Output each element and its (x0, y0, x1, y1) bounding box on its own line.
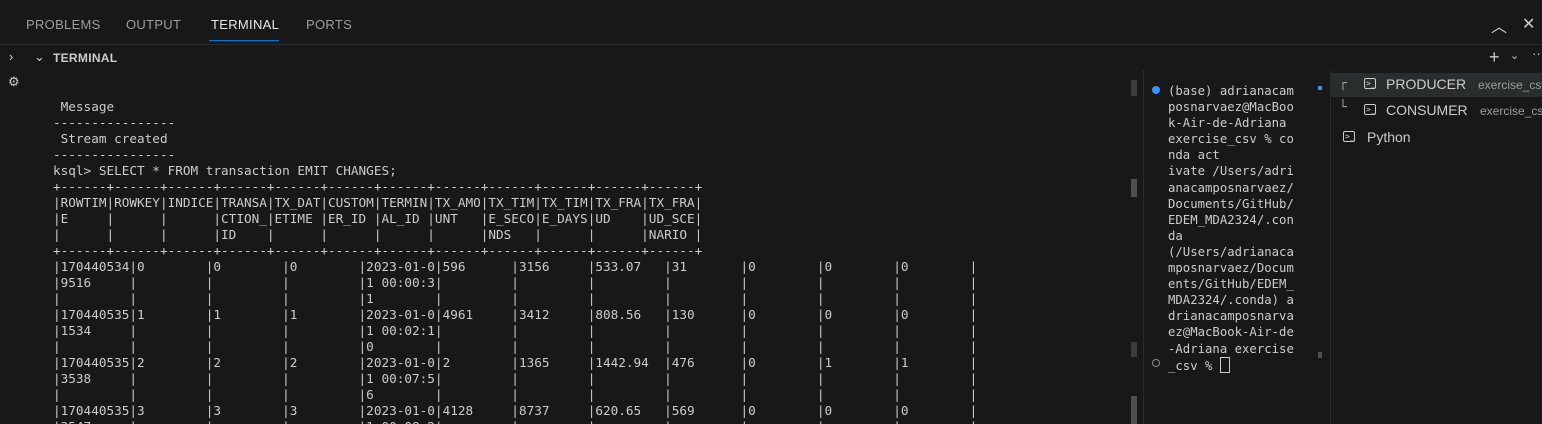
terminal-list-item-python[interactable]: >_ Python (1331, 126, 1542, 150)
scroll-marker (1131, 80, 1137, 96)
terminal-list-label: CONSUMER (1386, 102, 1468, 118)
scroll-marker (1131, 179, 1137, 197)
terminal-list: ┌ >_ PRODUCER exercise_csv └ >_ CONSUMER… (1331, 70, 1542, 424)
main-terminal[interactable]: Message ---------------- Stream created … (30, 70, 1130, 424)
side-terminal-output: (base) adrianacam posnarvaez@MacBoo k-Ai… (1168, 84, 1294, 373)
terminal-split-divider[interactable] (1143, 70, 1144, 424)
terminal-icon: >_ (1343, 131, 1355, 142)
terminal-settings-icon[interactable]: ⚙ (8, 74, 20, 90)
terminal-list-item-consumer[interactable]: └ >_ CONSUMER exercise_csv (1331, 99, 1542, 123)
terminal-list-label: Python (1367, 129, 1411, 145)
main-terminal-output: Message ---------------- Stream created … (53, 99, 978, 424)
chevron-right-icon[interactable]: › (9, 49, 13, 64)
new-terminal-icon[interactable]: + (1489, 47, 1500, 68)
terminal-list-sub: exercise_csv (1478, 78, 1542, 92)
side-terminal-scrollbar[interactable] (1318, 352, 1322, 358)
terminal-section-header: › ⌄ TERMINAL + ⌄ ·· (0, 46, 1542, 70)
tree-connector: └ (1339, 100, 1347, 115)
tab-ports[interactable]: PORTS (306, 17, 352, 32)
maximize-panel-icon[interactable]: ︿ (1491, 13, 1507, 37)
side-terminal[interactable]: (base) adrianacam posnarvaez@MacBoo k-Ai… (1145, 70, 1330, 424)
scroll-marker (1131, 342, 1137, 357)
terminal-icon: >_ (1364, 104, 1376, 115)
tree-connector: ┌ (1339, 76, 1347, 91)
terminal-list-label: PRODUCER (1386, 76, 1467, 92)
terminal-dropdown-icon[interactable]: ⌄ (1510, 49, 1519, 62)
tab-terminal[interactable]: TERMINAL (211, 17, 279, 32)
more-actions-icon[interactable]: ·· (1532, 46, 1541, 61)
active-tab-indicator (209, 40, 279, 41)
chevron-down-icon[interactable]: ⌄ (34, 49, 45, 65)
panel-tab-bar: PROBLEMS OUTPUT TERMINAL PORTS ︿ ✕ (0, 0, 1542, 45)
terminal-list-sub: exercise_csv (1480, 104, 1542, 118)
terminal-list-item-producer[interactable]: ┌ >_ PRODUCER exercise_csv (1331, 73, 1542, 97)
terminal-header-title: TERMINAL (53, 51, 118, 65)
terminal-icon: >_ (1364, 78, 1376, 89)
tab-output[interactable]: OUTPUT (126, 17, 181, 32)
scroll-marker (1318, 86, 1322, 90)
terminal-gutter: ⚙ (0, 70, 30, 424)
close-panel-icon[interactable]: ✕ (1522, 14, 1535, 34)
terminal-cursor (1219, 356, 1230, 373)
tab-problems[interactable]: PROBLEMS (26, 17, 101, 32)
main-terminal-scrollbar[interactable] (1131, 396, 1137, 424)
